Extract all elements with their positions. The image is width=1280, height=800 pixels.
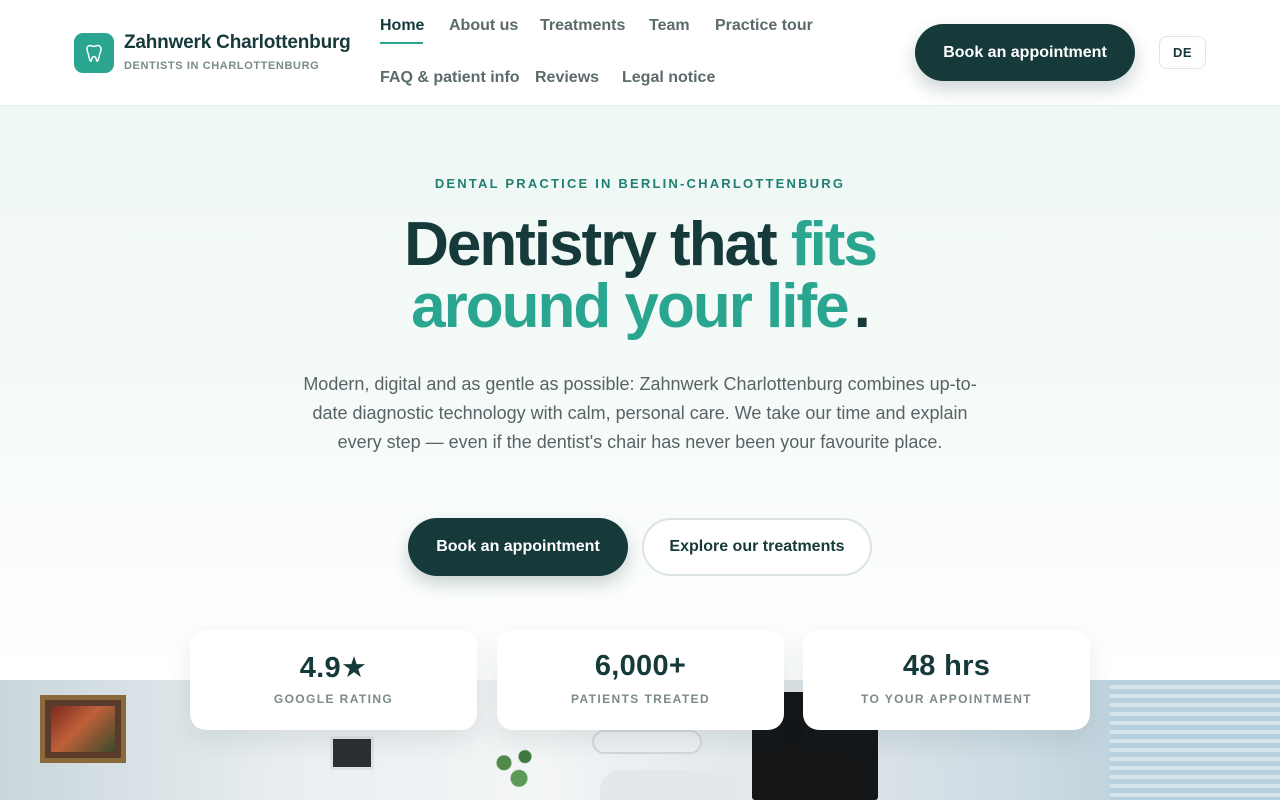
nav-about-us[interactable]: About us	[449, 17, 518, 35]
language-switch-button[interactable]: DE	[1159, 36, 1206, 69]
header-book-appointment-button[interactable]: Book an appointment	[915, 24, 1135, 81]
hero-lead-paragraph: Modern, digital and as gentle as possibl…	[303, 374, 977, 452]
stat-label: GOOGLE RATING	[273, 692, 394, 706]
tooth-icon	[86, 44, 102, 62]
stat-card-appointment-time: 48 hrs TO YOUR APPOINTMENT	[803, 630, 1090, 730]
explore-treatments-button[interactable]: Explore our treatments	[642, 518, 872, 576]
nav-practice-tour[interactable]: Practice tour	[715, 17, 813, 35]
dental-lamp	[592, 730, 702, 754]
headline-period: .	[853, 272, 871, 341]
brand-name[interactable]: Zahnwerk Charlottenburg	[124, 32, 351, 54]
headline-accent-life: around your life	[411, 272, 849, 341]
logo[interactable]	[74, 33, 114, 73]
brand-tagline: DENTISTS IN CHARLOTTENBURG	[124, 60, 320, 72]
stat-label: TO YOUR APPOINTMENT	[860, 692, 1033, 706]
nav-treatments[interactable]: Treatments	[540, 17, 625, 35]
stat-value: 6,000+	[594, 650, 687, 682]
headline-accent-fits: fits	[790, 210, 878, 279]
hero-book-appointment-button[interactable]: Book an appointment	[408, 518, 628, 576]
site-header: Zahnwerk Charlottenburg DENTISTS IN CHAR…	[0, 0, 1280, 106]
hero-headline: Dentistry that fits around your life.	[0, 214, 1280, 338]
nav-active-underline	[380, 42, 423, 44]
wall-painting	[40, 695, 126, 763]
nav-faq[interactable]: FAQ & patient info	[380, 69, 520, 87]
nav-reviews[interactable]: Reviews	[535, 69, 599, 87]
stat-value: 4.9★	[299, 652, 368, 684]
dental-chair	[600, 770, 740, 800]
nav-team[interactable]: Team	[649, 17, 690, 35]
nav-legal-notice[interactable]: Legal notice	[622, 69, 715, 87]
stat-label: PATIENTS TREATED	[570, 692, 711, 706]
hero-eyebrow: DENTAL PRACTICE IN BERLIN-CHARLOTTENBURG	[434, 176, 846, 191]
stat-card-patients: 6,000+ PATIENTS TREATED	[497, 630, 784, 730]
stat-value: 48 hrs	[902, 650, 991, 682]
window-blinds	[1110, 680, 1280, 800]
small-monitor	[330, 736, 374, 770]
headline-text: Dentistry that	[404, 210, 791, 279]
plant	[486, 738, 546, 800]
nav-home[interactable]: Home	[380, 17, 424, 35]
stat-card-rating: 4.9★ GOOGLE RATING	[190, 630, 477, 730]
